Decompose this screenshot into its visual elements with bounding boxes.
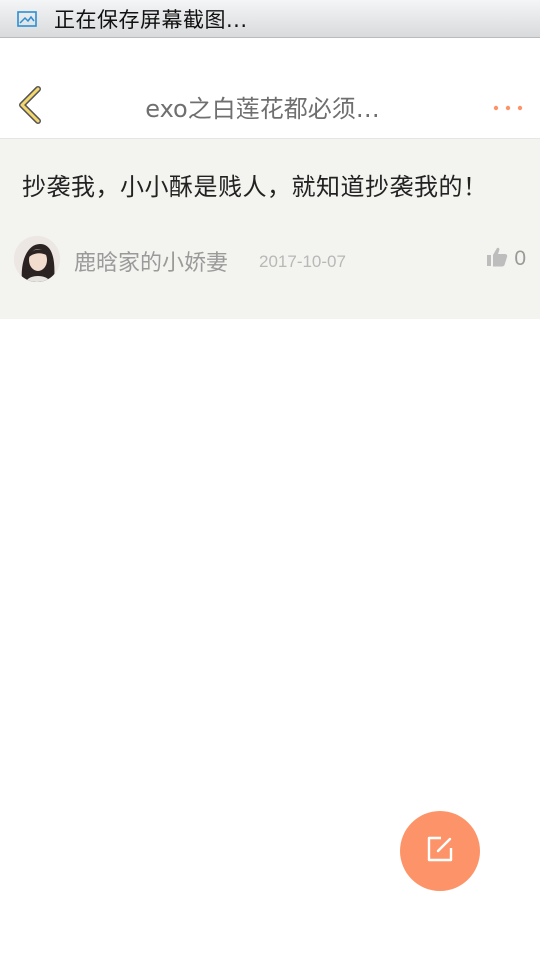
back-button[interactable] (12, 85, 48, 129)
like-count: 0 (514, 247, 526, 270)
post-date: 2017-10-07 (259, 252, 346, 271)
edit-icon (426, 835, 454, 867)
chevron-left-icon (17, 86, 43, 128)
status-bar: 正在保存屏幕截图... (0, 0, 540, 38)
nav-bar: exo之白莲花都必须… (0, 75, 540, 139)
post-card: 抄袭我，小小酥是贱人，就知道抄袭我的！ 鹿晗家的小娇妻 2017-10-07 0 (0, 139, 540, 319)
like-button[interactable]: 0 (486, 245, 526, 273)
author-name[interactable]: 鹿晗家的小娇妻 (74, 245, 228, 277)
more-dots-icon (493, 96, 523, 115)
page-title: exo之白莲花都必须… (145, 95, 380, 123)
image-icon (17, 10, 37, 27)
post-content: 抄袭我，小小酥是贱人，就知道抄袭我的！ (22, 173, 488, 201)
avatar[interactable] (14, 236, 60, 282)
thumbs-up-icon (486, 247, 508, 271)
status-text: 正在保存屏幕截图... (54, 7, 248, 32)
compose-button[interactable] (400, 811, 480, 891)
more-button[interactable] (490, 93, 526, 117)
